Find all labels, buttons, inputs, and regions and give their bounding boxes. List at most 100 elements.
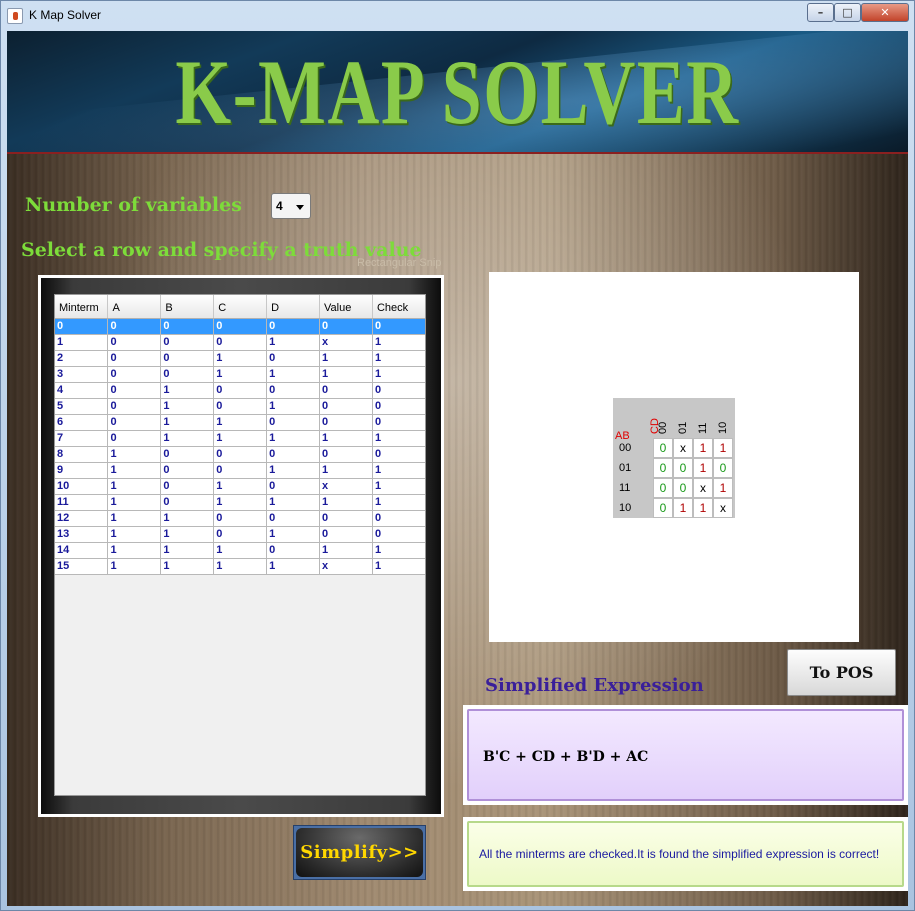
table-row[interactable]: 3001111 — [55, 366, 425, 383]
table-cell[interactable]: 1 — [107, 478, 162, 495]
table-row[interactable]: 15 1 1 1 1 x 1 — [55, 558, 425, 575]
table-cell[interactable]: 1 — [107, 542, 162, 559]
num-vars-select[interactable]: 4 — [271, 193, 311, 219]
table-cell[interactable]: 1 — [107, 526, 162, 543]
table-cell[interactable]: 2 — [55, 350, 109, 367]
table-cell[interactable]: 0 — [266, 446, 321, 463]
truth-table-scroll-area[interactable]: Minterm A B C D Value Check 000000010001x12001… — [54, 294, 426, 796]
table-cell[interactable]: 1 — [213, 494, 268, 511]
table-cell[interactable]: 0 — [213, 526, 268, 543]
table-cell[interactable]: 0 — [213, 446, 268, 463]
table-cell[interactable]: 1 — [319, 494, 373, 511]
column-header[interactable]: Value — [319, 295, 373, 319]
table-cell[interactable]: 0 — [372, 398, 425, 415]
table-cell[interactable]: 1 — [319, 430, 373, 447]
table-cell[interactable]: 1 — [372, 542, 425, 559]
table-cell[interactable]: 0 — [319, 414, 373, 431]
table-cell[interactable]: x — [319, 558, 373, 575]
minimize-button[interactable]: – — [807, 3, 834, 22]
table-cell[interactable]: 0 — [266, 318, 321, 335]
table-cell[interactable]: 0 — [160, 366, 215, 383]
column-header[interactable]: C — [213, 295, 268, 319]
table-cell[interactable]: 0 — [319, 510, 373, 527]
table-cell[interactable]: 1 — [160, 398, 215, 415]
table-cell[interactable]: 0 — [372, 526, 425, 543]
table-cell[interactable]: 1 — [160, 430, 215, 447]
table-cell[interactable]: 1 — [160, 542, 215, 559]
column-header[interactable]: B — [160, 295, 215, 319]
close-button[interactable]: ✕ — [861, 3, 909, 22]
table-cell[interactable]: 1 — [319, 350, 373, 367]
table-cell[interactable]: 1 — [160, 558, 215, 575]
table-cell[interactable]: 1 — [213, 558, 268, 575]
table-cell[interactable]: 1 — [266, 398, 321, 415]
table-cell[interactable]: 1 — [107, 446, 162, 463]
table-cell[interactable]: 0 — [55, 318, 109, 335]
table-cell[interactable]: 1 — [372, 462, 425, 479]
table-cell[interactable]: 1 — [372, 430, 425, 447]
table-cell[interactable]: 0 — [213, 510, 268, 527]
table-cell[interactable]: 0 — [319, 398, 373, 415]
table-cell[interactable]: 8 — [55, 446, 109, 463]
table-cell[interactable]: 0 — [107, 430, 162, 447]
table-cell[interactable]: 1 — [372, 558, 425, 575]
table-cell[interactable]: 0 — [213, 462, 268, 479]
table-row[interactable]: 13 1 1 0 1 0 0 — [55, 526, 425, 543]
table-cell[interactable]: 0 — [107, 398, 162, 415]
table-cell[interactable]: 15 — [55, 558, 109, 575]
table-cell[interactable]: 0 — [319, 382, 373, 399]
table-cell[interactable]: 0 — [372, 318, 425, 335]
table-cell[interactable]: 1 — [107, 558, 162, 575]
column-header[interactable]: Minterm — [55, 295, 109, 319]
table-cell[interactable]: 5 — [55, 398, 109, 415]
table-cell[interactable]: 1 — [107, 494, 162, 511]
table-cell[interactable]: 1 — [213, 430, 268, 447]
table-row[interactable]: 9100111 — [55, 462, 425, 479]
table-row[interactable]: 0000000 — [55, 318, 425, 335]
table-cell[interactable]: 1 — [213, 542, 268, 559]
table-cell[interactable]: 3 — [55, 366, 109, 383]
table-cell[interactable]: 0 — [160, 462, 215, 479]
table-cell[interactable]: 1 — [372, 334, 425, 351]
table-cell[interactable]: 1 — [213, 366, 268, 383]
table-cell[interactable]: 0 — [107, 382, 162, 399]
table-cell[interactable]: 1 — [319, 462, 373, 479]
table-cell[interactable]: 0 — [266, 414, 321, 431]
table-cell[interactable]: 0 — [107, 366, 162, 383]
column-header[interactable]: D — [266, 295, 321, 319]
table-cell[interactable]: 11 — [55, 494, 109, 511]
table-cell[interactable]: 1 — [266, 494, 321, 511]
table-cell[interactable]: 0 — [266, 542, 321, 559]
table-cell[interactable]: 13 — [55, 526, 109, 543]
table-cell[interactable]: 0 — [160, 334, 215, 351]
table-cell[interactable]: 0 — [213, 318, 268, 335]
table-cell[interactable]: 4 — [55, 382, 109, 399]
column-header[interactable]: A — [107, 295, 162, 319]
table-cell[interactable]: 0 — [266, 350, 321, 367]
table-cell[interactable]: 1 — [160, 510, 215, 527]
table-cell[interactable]: 1 — [266, 366, 321, 383]
table-row[interactable]: 14 1 1 1 0 1 1 — [55, 542, 425, 559]
table-cell[interactable]: 0 — [213, 398, 268, 415]
table-cell[interactable]: 14 — [55, 542, 109, 559]
table-cell[interactable]: 0 — [266, 510, 321, 527]
table-cell[interactable]: 1 — [319, 366, 373, 383]
table-cell[interactable]: 1 — [266, 462, 321, 479]
table-cell[interactable]: 1 — [160, 414, 215, 431]
table-row[interactable]: 6011000 — [55, 414, 425, 431]
table-cell[interactable]: 10 — [55, 478, 109, 495]
table-cell[interactable]: 1 — [266, 334, 321, 351]
table-cell[interactable]: 0 — [372, 510, 425, 527]
table-cell[interactable]: 0 — [266, 382, 321, 399]
table-cell[interactable]: 0 — [319, 318, 373, 335]
table-cell[interactable]: 12 — [55, 510, 109, 527]
table-cell[interactable]: 1 — [372, 494, 425, 511]
table-cell[interactable]: 0 — [160, 350, 215, 367]
to-pos-button[interactable]: To POS — [787, 649, 896, 696]
table-cell[interactable]: 0 — [107, 350, 162, 367]
table-cell[interactable]: 0 — [213, 382, 268, 399]
table-row[interactable]: 8100000 — [55, 446, 425, 463]
table-row[interactable]: 7011111 — [55, 430, 425, 447]
table-cell[interactable]: x — [319, 478, 373, 495]
table-cell[interactable]: 1 — [372, 366, 425, 383]
